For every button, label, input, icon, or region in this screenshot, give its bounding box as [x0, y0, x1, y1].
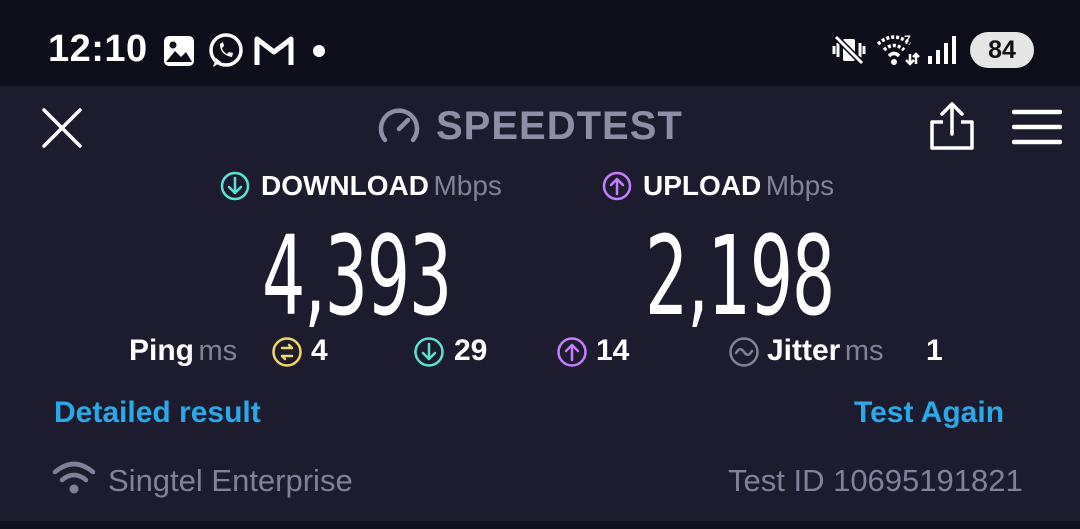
download-unit: Mbps [433, 170, 502, 201]
download-label: DOWNLOAD [261, 170, 429, 201]
status-bar: 12:10 7 84 [0, 0, 1080, 86]
battery-indicator: 84 [970, 32, 1034, 68]
ping-stat: Ping ms [129, 334, 237, 368]
whatsapp-icon [209, 33, 243, 67]
vibrate-mute-icon [832, 34, 866, 66]
jitter-value: 1 [926, 334, 943, 367]
jitter-icon [729, 337, 759, 367]
signal-icon [928, 36, 956, 64]
speedometer-icon [378, 108, 420, 143]
upload-latency-icon [557, 337, 587, 367]
ping-label: Ping [129, 334, 194, 367]
test-again-button[interactable]: Test Again [854, 396, 1004, 430]
jitter-stat: Jitter ms [767, 334, 883, 368]
upload-speed-value: 2,198 [645, 212, 835, 340]
ping-idle-value: 4 [311, 334, 328, 367]
ping-unit: ms [198, 335, 238, 367]
upload-header: UPLOAD Mbps [643, 170, 834, 202]
dot-icon [313, 45, 325, 57]
download-arrow-icon [220, 171, 250, 201]
wifi-icon: 7 [876, 33, 920, 66]
upload-arrow-icon [602, 171, 632, 201]
download-latency-icon [414, 337, 444, 367]
download-header: DOWNLOAD Mbps [261, 170, 502, 202]
ping-download-value: 29 [454, 334, 488, 367]
upload-label: UPLOAD [643, 170, 762, 201]
isp-name: Singtel Enterprise [108, 463, 353, 498]
upload-unit: Mbps [765, 170, 835, 201]
speedtest-results-panel: SPEEDTEST DOWNLOAD Mbps UPLOAD Mbps 4,39… [0, 86, 1080, 522]
gmail-icon [254, 36, 294, 65]
test-id: Test ID 10695191821 [728, 463, 1023, 498]
download-speed-value: 4,393 [262, 212, 452, 340]
idle-latency-icon [272, 337, 302, 367]
close-icon[interactable] [40, 106, 84, 150]
jitter-label: Jitter [767, 334, 841, 367]
svg-text:7: 7 [904, 33, 911, 47]
app-title: SPEEDTEST [436, 104, 683, 148]
wifi-connection-icon [52, 461, 96, 494]
jitter-unit: ms [844, 335, 884, 367]
status-time: 12:10 [48, 28, 148, 70]
menu-icon[interactable] [1012, 108, 1062, 146]
detailed-result-link[interactable]: Detailed result [54, 396, 261, 430]
ping-upload-value: 14 [596, 334, 630, 367]
share-icon[interactable] [928, 100, 976, 152]
image-icon [164, 36, 194, 66]
bottom-divider [0, 521, 1080, 529]
